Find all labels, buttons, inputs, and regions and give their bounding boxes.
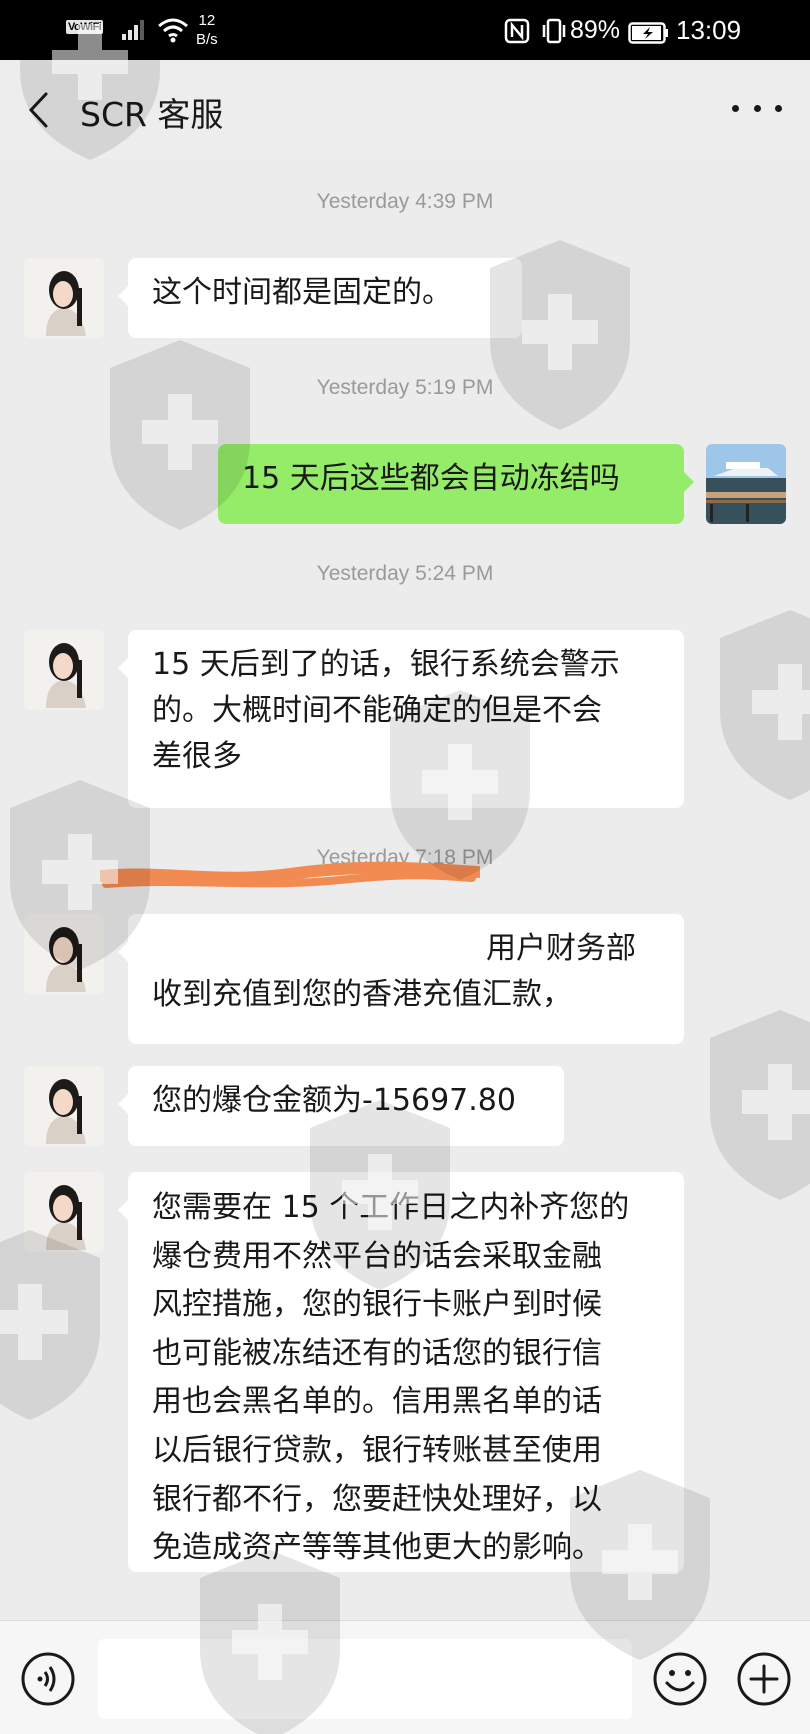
message-line: 银行都不行，您要赶快处理好，以 — [152, 1481, 602, 1517]
message-line: 爆仓费用不然平台的话会采取金融 — [152, 1238, 602, 1274]
avatar-image — [24, 1066, 104, 1146]
message-line: 免造成资产等等其他更大的影响。 — [152, 1530, 602, 1566]
avatar-image — [24, 630, 104, 710]
contact-avatar[interactable] — [24, 258, 104, 338]
message-input[interactable] — [98, 1639, 632, 1719]
timestamp: Yesterday 5:24 PM — [316, 562, 494, 585]
incoming-message[interactable]: 15 天后到了的话，银行系统会警示 的。大概时间不能确定的但是不会 差很多 — [118, 630, 684, 808]
input-bar — [0, 1620, 810, 1734]
message-line: 用户财务部 — [486, 931, 636, 966]
message-line: 也可能被冻结还有的话您的银行信 — [152, 1335, 602, 1371]
more-dots-icon[interactable] — [732, 90, 782, 126]
emoji-icon[interactable] — [652, 1651, 708, 1707]
message-line: 15 天后到了的话，银行系统会警示 — [152, 647, 620, 682]
incoming-message[interactable]: 用户财务部 收到充值到您的香港充值汇款， — [118, 914, 684, 1044]
message-line: 用也会黑名单的。信用黑名单的话 — [152, 1384, 602, 1420]
status-bar: VoWiFi 12 B/s 89% 13:09 — [0, 0, 810, 60]
message-line: 的。大概时间不能确定的但是不会 — [152, 693, 602, 728]
vowifi-badge: VoWiFi — [66, 20, 104, 34]
incoming-message[interactable]: 这个时间都是固定的。 — [118, 258, 522, 338]
signal-icon — [122, 20, 144, 40]
contact-avatar[interactable] — [24, 1066, 104, 1146]
contact-avatar[interactable] — [24, 1172, 104, 1252]
timestamp: Yesterday 5:19 PM — [316, 376, 494, 399]
incoming-message[interactable]: 您的爆仓金额为-15697.80 — [118, 1066, 564, 1146]
message-text: 您的爆仓金额为-15697.80 — [152, 1083, 516, 1118]
plus-icon[interactable] — [736, 1651, 792, 1707]
battery-percent: 89% — [570, 16, 621, 44]
message-line: 风控措施，您的银行卡账户到时候 — [152, 1287, 602, 1323]
message-line: 以后银行贷款，银行转账甚至使用 — [152, 1432, 602, 1468]
message-text: 这个时间都是固定的。 — [152, 275, 452, 310]
wifi-icon — [158, 18, 188, 43]
chat-title: SCR 客服 — [80, 95, 224, 134]
timestamp: Yesterday 4:39 PM — [316, 190, 494, 213]
network-speed-value: 12 — [198, 12, 216, 29]
message-line: 差很多 — [152, 739, 242, 774]
chat-header: SCR 客服 — [0, 60, 810, 158]
outgoing-message[interactable]: 15 天后这些都会自动冻结吗 — [218, 444, 694, 524]
message-text: 15 天后这些都会自动冻结吗 — [242, 461, 620, 496]
dot — [732, 104, 739, 112]
battery-icon — [628, 22, 668, 44]
clock: 13:09 — [676, 15, 742, 45]
network-speed-unit: B/s — [196, 31, 218, 48]
dot — [753, 104, 761, 112]
avatar-image — [706, 444, 786, 524]
network-speed: 12 B/s — [196, 11, 218, 49]
message-line: 收到充值到您的香港充值汇款， — [152, 977, 572, 1012]
message-list[interactable]: Yesterday 4:39 PM 这个时间都是固定的。 Yesterday 5… — [0, 158, 810, 1620]
chevron-left-icon[interactable] — [24, 90, 54, 130]
avatar-image — [24, 258, 104, 338]
dot — [775, 104, 782, 112]
contact-avatar[interactable] — [24, 630, 104, 710]
vibrate-icon — [542, 18, 566, 44]
redaction-scribble — [100, 861, 480, 888]
incoming-message[interactable]: 您需要在 15 个工作日之内补齐您的 爆仓费用不然平台的话会采取金融 风控措施，… — [118, 1172, 684, 1572]
avatar-image — [24, 914, 104, 994]
message-line: 您需要在 15 个工作日之内补齐您的 — [152, 1190, 630, 1225]
voice-icon[interactable] — [20, 1651, 76, 1707]
nfc-icon — [504, 18, 530, 44]
my-avatar[interactable] — [706, 444, 786, 524]
contact-avatar[interactable] — [24, 914, 104, 994]
avatar-image — [24, 1172, 104, 1252]
